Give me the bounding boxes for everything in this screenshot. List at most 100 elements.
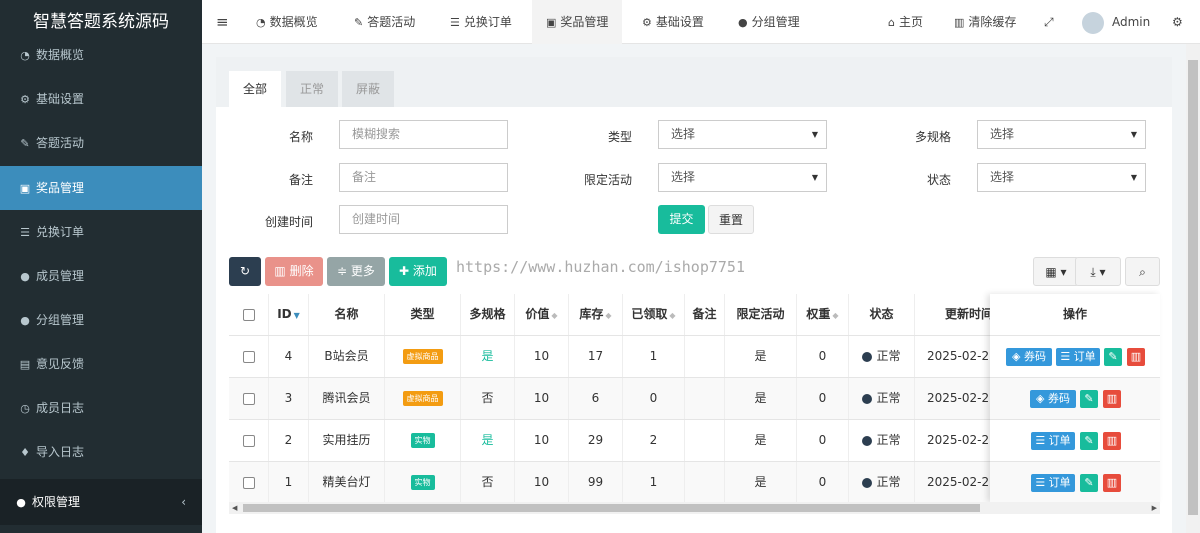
- type-badge: 实物: [410, 433, 435, 448]
- pencil-icon: ✎: [20, 137, 30, 150]
- activity-label: 限定活动: [583, 173, 632, 187]
- coupon-button[interactable]: ◈ 券码: [1030, 390, 1076, 408]
- sidebar-item-label: 导入日志: [36, 445, 85, 459]
- row-checkbox[interactable]: [229, 462, 269, 502]
- sidebar-item-label: 奖品管理: [36, 181, 85, 195]
- operations-row: ☰ 订单 ✎ ▥: [990, 419, 1160, 461]
- user-menu[interactable]: Admin: [1082, 0, 1150, 44]
- tab-prizes[interactable]: ▣ 奖品管理: [532, 0, 623, 44]
- scroll-left-icon[interactable]: ◀: [232, 502, 237, 514]
- header-note: 备注: [685, 294, 725, 335]
- tab-dashboard[interactable]: ◔ 数据概览: [256, 0, 318, 44]
- row-checkbox[interactable]: [229, 336, 269, 377]
- cell-activity: 是: [725, 336, 797, 377]
- order-button[interactable]: ☰ 订单: [1056, 348, 1100, 366]
- columns-toggle-button[interactable]: ▦ ▾: [1033, 257, 1079, 286]
- list-icon: ☰: [1035, 476, 1049, 489]
- tab-groups[interactable]: ● 分组管理: [738, 0, 800, 44]
- pencil-icon: ✎: [354, 16, 364, 29]
- coupon-button[interactable]: ◈ 券码: [1006, 348, 1052, 366]
- row-checkbox[interactable]: [229, 378, 269, 419]
- sidebar-item-groups[interactable]: ● 分组管理: [0, 298, 202, 342]
- delete-row-button[interactable]: ▥: [1103, 390, 1121, 408]
- cell-status: 正常: [849, 378, 915, 419]
- clear-cache-link[interactable]: ▥ 清除缓存: [954, 0, 1016, 44]
- sliders-icon: ≑: [337, 264, 351, 278]
- sidebar-item-permissions[interactable]: ● 权限管理 ‹: [0, 479, 202, 525]
- delete-row-button[interactable]: ▥: [1103, 432, 1121, 450]
- sidebar-item-prizes[interactable]: ▣ 奖品管理: [0, 166, 202, 210]
- activity-select[interactable]: 选择 ▼: [658, 163, 827, 192]
- vertical-scrollbar[interactable]: [1186, 44, 1200, 533]
- header-weight[interactable]: 权重 ◆: [797, 294, 849, 335]
- tab-all[interactable]: 全部: [229, 71, 281, 107]
- pencil-icon: ✎: [1108, 350, 1118, 363]
- list-icon: ☰: [20, 226, 30, 239]
- search-icon: ⌕: [1139, 265, 1146, 279]
- status-select[interactable]: 选择 ▼: [977, 163, 1146, 192]
- trash-icon: ▥: [1130, 350, 1142, 363]
- delete-button[interactable]: ▥ 删除: [265, 257, 323, 286]
- spec-select[interactable]: 选择 ▼: [977, 120, 1146, 149]
- note-input[interactable]: 备注: [339, 163, 508, 192]
- sidebar-item-settings[interactable]: ⚙ 基础设置: [0, 77, 202, 121]
- tab-blocked[interactable]: 屏蔽: [342, 71, 394, 107]
- edit-button[interactable]: ✎: [1080, 432, 1098, 450]
- sidebar-item-orders[interactable]: ☰ 兑换订单: [0, 210, 202, 254]
- vertical-scroll-thumb[interactable]: [1188, 60, 1198, 515]
- header-stock[interactable]: 库存 ◆: [569, 294, 623, 335]
- sidebar-item-member-log[interactable]: ◷ 成员日志: [0, 386, 202, 430]
- more-button[interactable]: ≑ 更多: [327, 257, 385, 286]
- sort-icon: ◆: [832, 311, 839, 320]
- tab-settings[interactable]: ⚙ 基础设置: [642, 0, 704, 44]
- gear-icon[interactable]: ⚙: [1172, 0, 1183, 44]
- cogs-icon: ⚙: [642, 16, 652, 29]
- archive-icon: ▣: [19, 182, 31, 195]
- sidebar-item-quiz[interactable]: ✎ 答题活动: [0, 121, 202, 165]
- tab-normal[interactable]: 正常: [286, 71, 338, 107]
- horizontal-scroll-thumb[interactable]: [243, 504, 980, 512]
- export-button[interactable]: ⤓ ▾: [1075, 257, 1121, 286]
- created-time-input[interactable]: 创建时间: [339, 205, 508, 234]
- spec-select-value: 选择: [990, 127, 1015, 141]
- cell-note: [685, 420, 725, 461]
- delete-row-button[interactable]: ▥: [1103, 474, 1121, 492]
- edit-button[interactable]: ✎: [1080, 390, 1098, 408]
- user-icon: ●: [20, 270, 30, 283]
- header-value[interactable]: 价值 ◆: [515, 294, 569, 335]
- sidebar-item-import-log[interactable]: ♦ 导入日志: [0, 430, 202, 474]
- scroll-right-icon[interactable]: ▶: [1152, 502, 1157, 514]
- menu-toggle-icon[interactable]: ≡: [216, 0, 229, 44]
- edit-button[interactable]: ✎: [1080, 474, 1098, 492]
- sidebar-item-label: 兑换订单: [36, 225, 85, 239]
- horizontal-scrollbar[interactable]: ◀ ▶: [229, 502, 1160, 514]
- submit-button[interactable]: 提交: [658, 205, 705, 234]
- delete-row-button[interactable]: ▥: [1127, 348, 1145, 366]
- status-select-value: 选择: [990, 170, 1015, 184]
- sidebar-item-members[interactable]: ● 成员管理: [0, 254, 202, 298]
- order-button[interactable]: ☰ 订单: [1031, 474, 1075, 492]
- name-label: 名称: [288, 130, 313, 144]
- tab-orders[interactable]: ☰ 兑换订单: [450, 0, 512, 44]
- edit-button[interactable]: ✎: [1104, 348, 1122, 366]
- search-toggle-button[interactable]: ⌕: [1125, 257, 1160, 286]
- add-button[interactable]: ✚ 添加: [389, 257, 447, 286]
- tab-quiz[interactable]: ✎ 答题活动: [354, 0, 415, 44]
- reset-button[interactable]: 重置: [708, 205, 754, 234]
- order-button[interactable]: ☰ 订单: [1031, 432, 1075, 450]
- home-link[interactable]: ⌂ 主页: [888, 0, 923, 44]
- header-claimed[interactable]: 已领取 ◆: [623, 294, 685, 335]
- select-all-checkbox[interactable]: [229, 294, 269, 335]
- type-label: 类型: [607, 130, 632, 144]
- header-id[interactable]: ID ▼: [269, 294, 309, 335]
- refresh-button[interactable]: ↻: [229, 257, 261, 286]
- sidebar-item-label: 成员管理: [36, 269, 85, 283]
- sidebar-item-dashboard[interactable]: ◔ 数据概览: [0, 33, 202, 77]
- sidebar-item-label: 意见反馈: [36, 357, 85, 371]
- sidebar-item-feedback[interactable]: ▤ 意见反馈: [0, 342, 202, 386]
- list-icon: ☰: [450, 16, 460, 29]
- row-checkbox[interactable]: [229, 420, 269, 461]
- type-select[interactable]: 选择 ▼: [658, 120, 827, 149]
- name-search-input[interactable]: 模糊搜索: [339, 120, 508, 149]
- fullscreen-icon[interactable]: ⤢: [1044, 0, 1054, 44]
